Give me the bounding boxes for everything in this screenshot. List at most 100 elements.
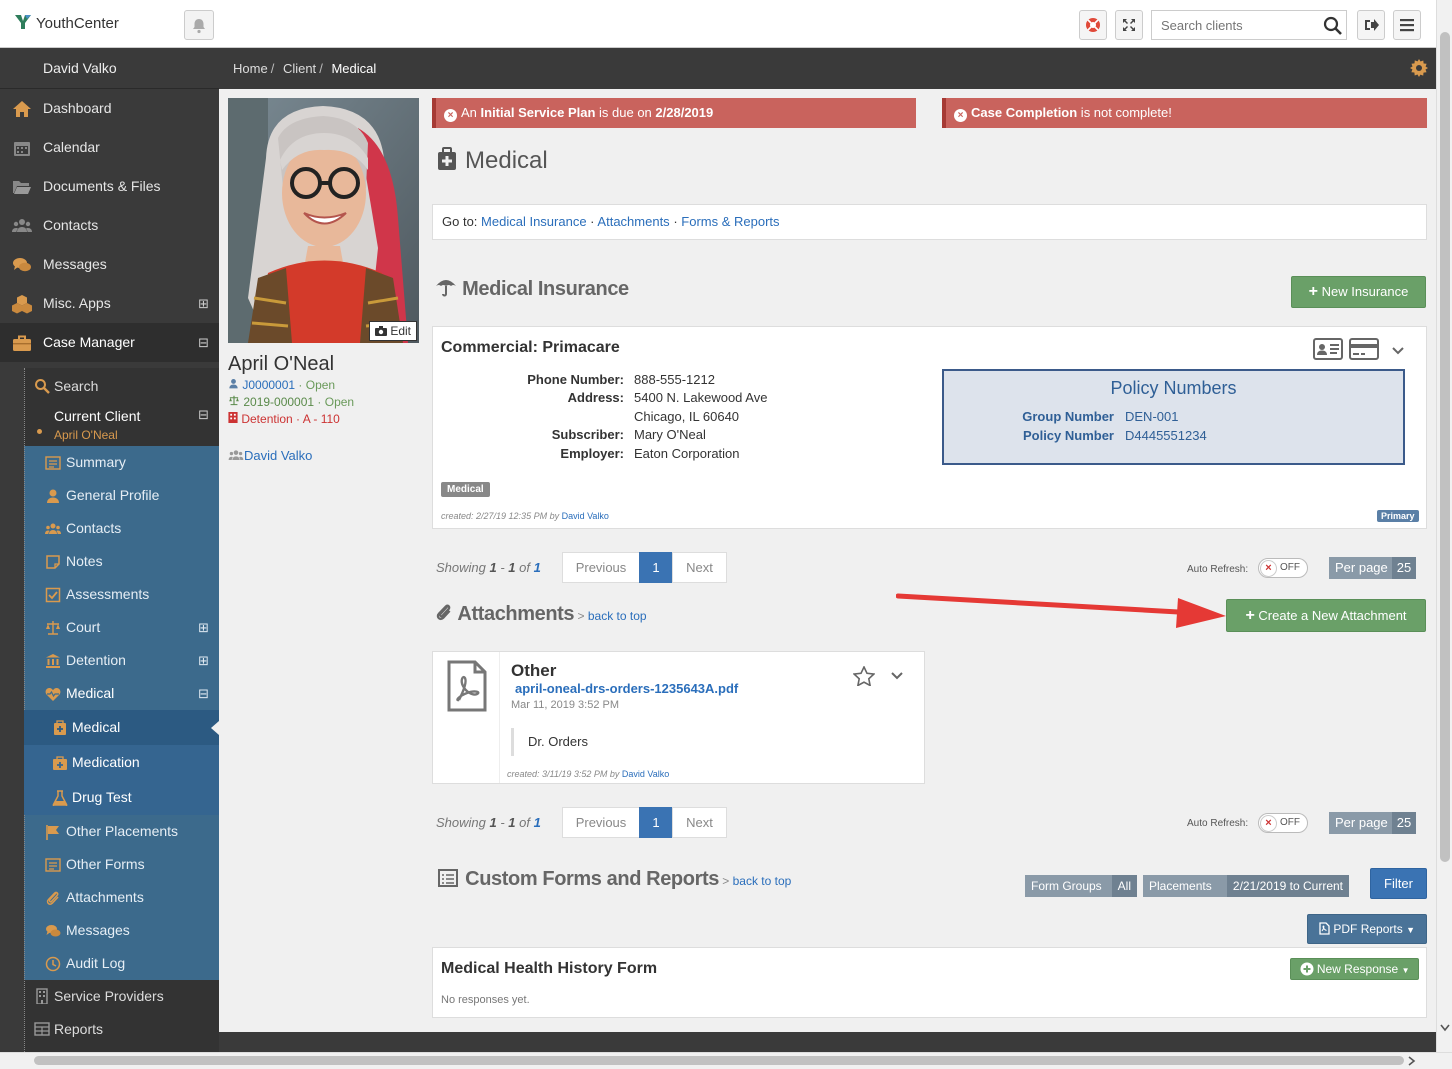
expand-toggle-icon[interactable]: ⊞ [198,284,209,323]
back-to-top-link[interactable]: back to top [733,874,792,888]
logout-button[interactable] [1357,10,1385,40]
scrollbar-thumb[interactable] [34,1056,1404,1065]
help-button[interactable] [1079,10,1107,40]
paperclip-icon [46,891,59,905]
sidebar-item-summary[interactable]: Summary [24,446,219,479]
sidebar-item-medication[interactable]: Medication [24,745,219,780]
sidebar-item-search[interactable]: Search [24,368,219,404]
sidebar-item-other-forms[interactable]: Other Forms [24,848,219,881]
form-groups-filter[interactable]: Form Groups All [1025,875,1137,897]
collapse-toggle-icon[interactable]: ⊟ [198,323,209,362]
attachment-file-link[interactable]: april-oneal-drs-orders-1235643A.pdf [515,681,738,696]
collapse-toggle-icon[interactable]: ⊟ [198,677,209,710]
chevron-right-icon[interactable] [1408,1056,1416,1066]
created-by-link[interactable]: David Valko [562,511,609,521]
placements-filter[interactable]: Placements 2/21/2019 to Current [1143,875,1349,897]
pager-next-button[interactable]: Next [672,552,727,583]
new-insurance-label: New Insurance [1321,284,1409,299]
users-icon [12,219,32,232]
filter-button[interactable]: Filter [1370,868,1427,899]
created-by-link[interactable]: David Valko [622,769,669,779]
pager-previous-button[interactable]: Previous [562,807,640,838]
caret-down-icon: ▼ [1406,925,1415,935]
sidebar-item-calendar[interactable]: Calendar [0,128,219,167]
sidebar-item-misc-apps[interactable]: Misc. Apps ⊞ [0,284,219,323]
photo-edit-button[interactable]: Edit [368,321,417,341]
sidebar-user[interactable]: David Valko [0,48,219,89]
back-to-top-link[interactable]: back to top [588,609,647,623]
sidebar-item-contacts[interactable]: Contacts [0,206,219,245]
app-logo[interactable]: YouthCenter [14,14,119,32]
file-pdf-icon[interactable] [447,660,487,712]
sidebar-item-general-profile[interactable]: General Profile [24,479,219,512]
chevron-down-icon[interactable] [1391,346,1405,356]
chevron-down-icon[interactable] [890,671,904,681]
sidebar-item-detention[interactable]: Detention ⊞ [24,644,219,677]
create-attachment-button[interactable]: + Create a New Attachment [1226,599,1426,632]
goto-link-medical-insurance[interactable]: Medical Insurance [481,214,587,229]
star-icon[interactable] [853,666,875,686]
sidebar-item-client-messages[interactable]: Messages [24,914,219,947]
attachments-section-title: Attachments > back to top [435,602,647,626]
sidebar-item-assessments[interactable]: Assessments [24,578,219,611]
client-case-id-link[interactable]: J0000001 [242,378,295,392]
sidebar-item-case-manager[interactable]: Case Manager ⊟ [0,323,219,362]
sidebar-item-audit-log[interactable]: Audit Log [24,947,219,980]
sidebar-item-reports[interactable]: Reports [24,1013,219,1046]
search-icon[interactable] [1323,16,1343,36]
pager-page-1[interactable]: 1 [639,807,673,838]
alert-case-completion[interactable]: × Case Completion is not complete! [942,98,1427,128]
client-detention[interactable]: Detention · A - 110 [241,412,340,426]
alert-initial-service-plan[interactable]: × An Initial Service Plan is due on 2/28/… [432,98,916,128]
client-search-input[interactable] [1152,11,1322,39]
auto-refresh-toggle[interactable]: × OFF [1258,558,1308,578]
fullscreen-button[interactable] [1115,10,1143,40]
breadcrumb-home[interactable]: Home [233,61,268,76]
auto-refresh-toggle[interactable]: × OFF [1258,813,1308,833]
flask-icon [52,790,68,806]
sidebar-item-drug-test[interactable]: Drug Test [24,780,219,815]
expand-toggle-icon[interactable]: ⊞ [198,611,209,644]
horizontal-scrollbar[interactable] [0,1052,1452,1069]
notifications-button[interactable] [184,10,214,40]
sidebar-item-medical[interactable]: Medical [24,710,219,745]
pager-page-1[interactable]: 1 [639,552,673,583]
cubes-icon [12,295,32,314]
sidebar-current-client[interactable]: Current Client ⊟ April O'Neal [24,404,219,446]
breadcrumb-client[interactable]: Client [283,61,316,76]
expand-toggle-icon[interactable]: ⊞ [198,644,209,677]
vertical-scrollbar[interactable] [1436,0,1452,1052]
sidebar-item-client-contacts[interactable]: Contacts [24,512,219,545]
per-page-select[interactable]: Per page 25 [1329,557,1416,579]
plus-circle-icon [1300,962,1313,976]
sidebar-item-dashboard[interactable]: Dashboard [0,89,219,128]
scrollbar-thumb[interactable] [1440,32,1450,862]
sidebar-item-service-providers[interactable]: Service Providers [24,980,219,1013]
client-court-id[interactable]: 2019-000001 [243,395,314,409]
collapse-toggle-icon[interactable]: ⊟ [198,407,209,423]
pager-previous-button[interactable]: Previous [562,552,640,583]
goto-link-forms-reports[interactable]: Forms & Reports [681,214,779,229]
new-insurance-button[interactable]: + New Insurance [1291,276,1426,308]
per-page-select[interactable]: Per page 25 [1329,812,1416,834]
sidebar-item-court[interactable]: Court ⊞ [24,611,219,644]
pdf-reports-button[interactable]: PDF Reports ▼ [1307,914,1427,944]
id-card-icon[interactable] [1313,338,1343,360]
sidebar-item-notes[interactable]: Notes [24,545,219,578]
sidebar-item-medical-group[interactable]: Medical ⊟ [24,677,219,710]
pager-next-button[interactable]: Next [672,807,727,838]
sidebar-item-documents[interactable]: Documents & Files [0,167,219,206]
sidebar-item-messages[interactable]: Messages [0,245,219,284]
new-response-button[interactable]: New Response ▼ [1290,958,1419,980]
menu-button[interactable] [1393,10,1421,40]
sidebar-item-other-placements[interactable]: Other Placements [24,815,219,848]
current-client-name[interactable]: April O'Neal [54,428,118,442]
client-worker-link[interactable]: David Valko [244,448,312,463]
gear-icon[interactable] [1410,59,1428,77]
active-pointer-icon [211,721,219,735]
goto-link-attachments[interactable]: Attachments [597,214,669,229]
sidebar-item-attachments[interactable]: Attachments [24,881,219,914]
chevron-down-icon[interactable] [1440,1024,1450,1032]
credit-card-icon[interactable] [1349,338,1379,360]
toggle-state: OFF [1280,562,1300,573]
